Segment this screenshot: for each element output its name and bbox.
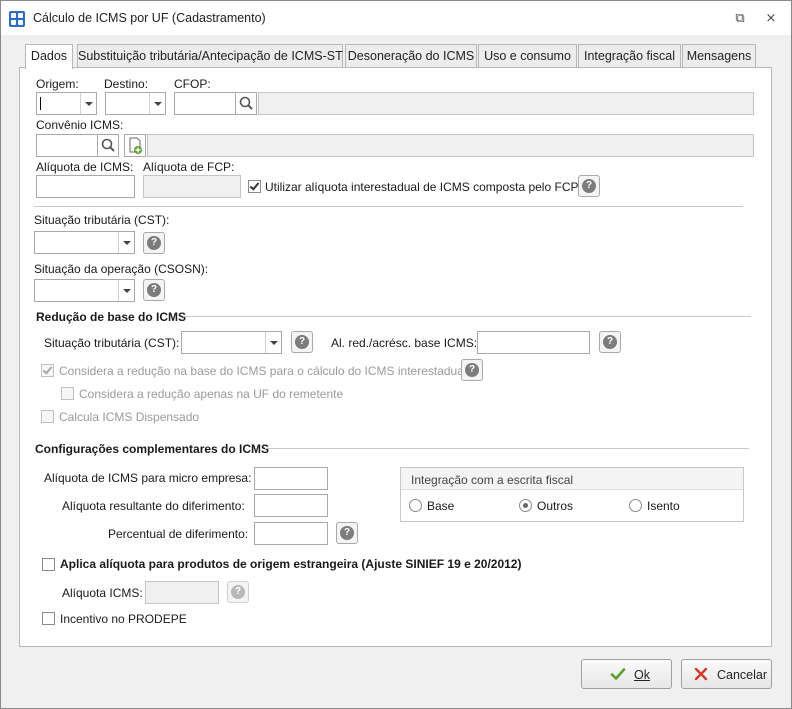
cfop-search-button[interactable] — [235, 92, 257, 115]
aliquota-fcp-input — [143, 175, 241, 198]
app-icon — [9, 11, 25, 27]
cancel-button[interactable]: Cancelar — [681, 659, 772, 689]
cst-label: Situação tributária (CST): — [34, 213, 170, 227]
destino-combo[interactable] — [105, 92, 166, 115]
considera-remetente-label: Considera a redução apenas na UF do reme… — [79, 387, 344, 401]
tab-desoneracao[interactable]: Desoneração do ICMS — [345, 44, 477, 68]
search-icon — [101, 138, 115, 152]
tab-mensagens[interactable]: Mensagens — [682, 44, 756, 68]
help-icon[interactable]: ? — [291, 331, 313, 353]
title-bar: Cálculo de ICMS por UF (Cadastramento) ⧉… — [1, 1, 791, 35]
calcula-dispensado-checkbox[interactable] — [41, 410, 54, 423]
cfop-input[interactable] — [174, 92, 236, 115]
radio-outros-label: Outros — [537, 499, 574, 513]
considera-reducao-label: Considera a redução na base do ICMS para… — [59, 364, 467, 378]
help-icon[interactable]: ? — [336, 522, 358, 544]
divider — [34, 206, 743, 207]
aliquota-estrangeira-input — [145, 581, 219, 604]
ok-button[interactable]: Ok — [581, 659, 672, 689]
cst-combo[interactable] — [34, 231, 135, 254]
reducao-section-title: Redução de base do ICMS — [36, 310, 187, 324]
prodepe-label: Incentivo no PRODEPE — [60, 612, 187, 626]
convenio-label: Convênio ICMS: — [36, 118, 124, 132]
reducao-cst-label: Situação tributária (CST): — [44, 336, 180, 350]
convenio-add-button[interactable] — [124, 134, 146, 157]
convenio-description — [147, 134, 754, 157]
aplica-estrangeira-checkbox[interactable] — [42, 558, 55, 571]
diferimento-label: Alíquota resultante do diferimento: — [62, 499, 245, 513]
chevron-down-icon[interactable] — [149, 93, 165, 114]
restore-icon[interactable]: ⧉ — [731, 9, 749, 27]
chevron-down-icon[interactable] — [80, 93, 96, 114]
csosn-combo[interactable] — [34, 279, 135, 302]
diferimento-input[interactable] — [254, 494, 328, 517]
calcula-dispensado-label: Calcula ICMS Dispensado — [59, 410, 200, 424]
help-icon[interactable]: ? — [143, 232, 165, 254]
tab-integracao-fiscal[interactable]: Integração fiscal — [578, 44, 681, 68]
micro-empresa-label: Alíquota de ICMS para micro empresa: — [44, 471, 252, 485]
aplica-estrangeira-label: Aplica alíquota para produtos de origem … — [60, 557, 522, 571]
chevron-down-icon[interactable] — [265, 332, 281, 353]
chevron-down-icon[interactable] — [118, 232, 134, 253]
convenio-search-button[interactable] — [97, 134, 119, 157]
tab-uso-consumo[interactable]: Uso e consumo — [478, 44, 577, 68]
aliquota-icms-input[interactable] — [36, 175, 135, 198]
add-document-icon — [129, 137, 142, 154]
help-icon[interactable]: ? — [599, 331, 621, 353]
cfop-description — [258, 92, 754, 115]
help-icon[interactable]: ? — [578, 175, 600, 197]
percentual-label: Percentual de diferimento: — [108, 527, 249, 541]
chevron-down-icon[interactable] — [118, 280, 134, 301]
utilizar-composta-checkbox[interactable] — [248, 180, 261, 193]
utilizar-composta-label: Utilizar alíquota interestadual de ICMS … — [265, 180, 579, 194]
radio-outros[interactable] — [519, 499, 532, 512]
prodepe-checkbox[interactable] — [42, 612, 55, 625]
percentual-input[interactable] — [254, 522, 328, 545]
check-icon — [610, 668, 626, 680]
radio-base-label: Base — [427, 499, 455, 513]
origem-combo[interactable] — [36, 92, 97, 115]
considera-remetente-checkbox[interactable] — [61, 387, 74, 400]
close-icon — [694, 667, 708, 681]
search-icon — [239, 96, 253, 110]
integracao-title: Integração com a escrita fiscal — [411, 473, 574, 487]
tab-dados[interactable]: Dados — [25, 44, 73, 69]
tab-substituicao-tributaria[interactable]: Substituição tributária/Antecipação de I… — [77, 44, 343, 68]
help-icon[interactable]: ? — [461, 359, 483, 381]
considera-reducao-checkbox[interactable] — [41, 364, 54, 377]
origem-label: Origem: — [36, 77, 79, 91]
complementares-section-title: Configurações complementares do ICMS — [35, 442, 270, 456]
micro-empresa-input[interactable] — [254, 467, 328, 490]
divider — [265, 448, 749, 449]
convenio-input[interactable] — [36, 134, 98, 157]
cancel-label: Cancelar — [717, 668, 768, 682]
ok-label: Ok — [634, 668, 650, 682]
dialog-window: Cálculo de ICMS por UF (Cadastramento) ⧉… — [0, 0, 792, 709]
al-red-input[interactable] — [477, 331, 590, 354]
destino-label: Destino: — [104, 77, 149, 91]
radio-isento[interactable] — [629, 499, 642, 512]
aliquota-estrangeira-label: Alíquota ICMS: — [62, 586, 143, 600]
help-icon[interactable]: ? — [143, 279, 165, 301]
text-cursor — [40, 97, 41, 110]
divider — [183, 316, 751, 317]
help-icon: ? — [227, 581, 249, 603]
radio-base[interactable] — [409, 499, 422, 512]
close-icon[interactable]: ⨯ — [762, 9, 780, 27]
aliquota-fcp-label: Alíquota de FCP: — [143, 160, 235, 174]
cfop-label: CFOP: — [174, 77, 211, 91]
csosn-label: Situação da operação (CSOSN): — [34, 262, 209, 276]
aliquota-icms-label: Alíquota de ICMS: — [36, 160, 134, 174]
window-title: Cálculo de ICMS por UF (Cadastramento) — [33, 11, 266, 25]
al-red-label: Al. red./acrésc. base ICMS: — [331, 336, 478, 350]
radio-isento-label: Isento — [647, 499, 680, 513]
reducao-cst-combo[interactable] — [181, 331, 282, 354]
